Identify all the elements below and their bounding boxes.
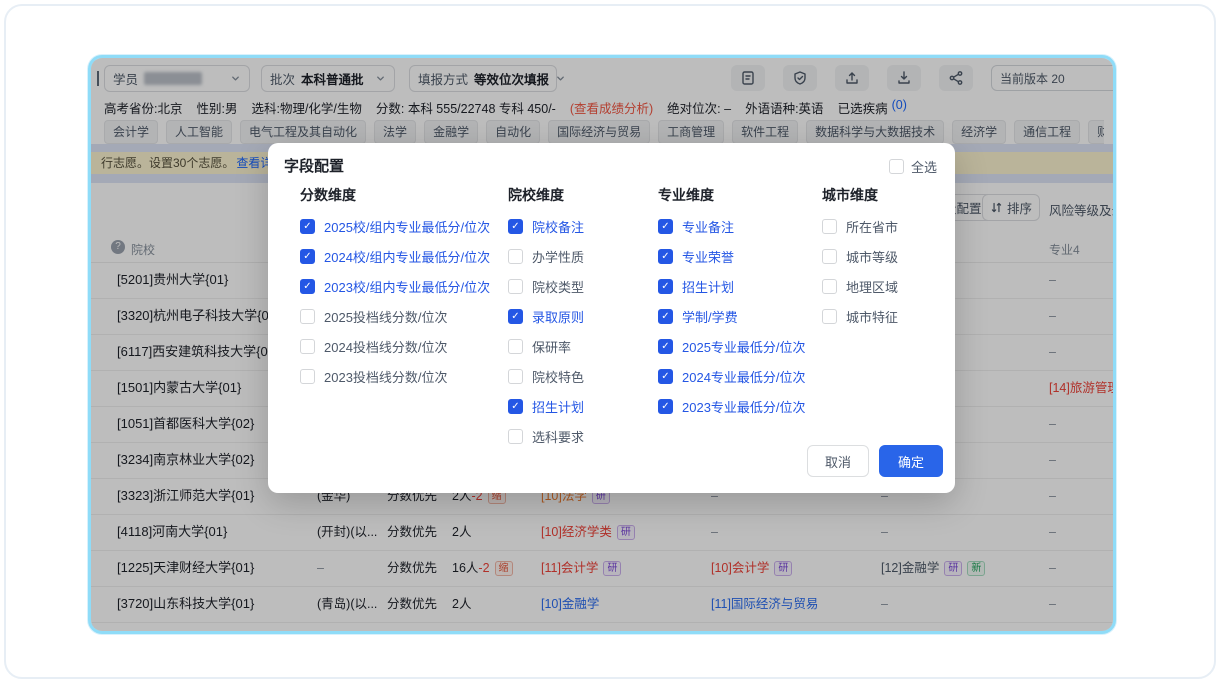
checkbox[interactable]: ✓ (300, 219, 315, 234)
field-label: 2023专业最低分/位次 (682, 397, 806, 416)
field-checkbox-item[interactable]: ✓ 招生计划 (508, 391, 584, 421)
checkbox[interactable] (300, 309, 315, 324)
modal-title: 字段配置 (284, 155, 344, 176)
field-label: 专业备注 (682, 217, 734, 236)
field-config-modal: 字段配置 全选 分数维度 ✓ 2025校/组内专业最低分/位次 ✓ 2024校/组内专业… (268, 143, 955, 493)
field-label: 录取原则 (532, 307, 584, 326)
field-label: 院校类型 (532, 277, 584, 296)
field-checkbox-item[interactable]: 院校类型 (508, 271, 584, 301)
field-checkbox-item[interactable]: 地理区域 (822, 271, 898, 301)
field-checkbox-item[interactable]: ✓ 2024专业最低分/位次 (658, 361, 806, 391)
field-label: 城市等级 (846, 247, 898, 266)
modal-group-3: 城市维度所在省市城市等级地理区域城市特征 (822, 185, 898, 331)
field-checkbox-item[interactable]: 2023投档线分数/位次 (300, 361, 490, 391)
field-label: 办学性质 (532, 247, 584, 266)
field-checkbox-item[interactable]: ✓ 专业荣誉 (658, 241, 806, 271)
field-label: 选科要求 (532, 427, 584, 446)
field-checkbox-item[interactable]: ✓ 2025专业最低分/位次 (658, 331, 806, 361)
checkbox[interactable] (300, 369, 315, 384)
select-all-label: 全选 (911, 157, 937, 176)
field-label: 专业荣誉 (682, 247, 734, 266)
checkbox[interactable] (508, 339, 523, 354)
field-label: 2024校/组内专业最低分/位次 (324, 247, 490, 266)
group-items: ✓ 院校备注办学性质院校类型 ✓ 录取原则保研率院校特色 ✓ 招生计划选科要求 (508, 211, 584, 451)
field-checkbox-item[interactable]: ✓ 2023专业最低分/位次 (658, 391, 806, 421)
app-window: 学员批次本科普通批填报方式等效位次填报 当前版本 20 高考省份:北京性别:男选… (88, 55, 1116, 634)
checkbox[interactable]: ✓ (658, 339, 673, 354)
checkbox[interactable] (822, 279, 837, 294)
field-checkbox-item[interactable]: 保研率 (508, 331, 584, 361)
page: 学员批次本科普通批填报方式等效位次填报 当前版本 20 高考省份:北京性别:男选… (0, 0, 1220, 683)
field-label: 招生计划 (682, 277, 734, 296)
group-title: 分数维度 (300, 185, 490, 203)
field-checkbox-item[interactable]: 所在省市 (822, 211, 898, 241)
field-checkbox-item[interactable]: ✓ 2024校/组内专业最低分/位次 (300, 241, 490, 271)
field-label: 院校备注 (532, 217, 584, 236)
field-label: 2025专业最低分/位次 (682, 337, 806, 356)
checkbox[interactable]: ✓ (658, 249, 673, 264)
checkbox[interactable]: ✓ (658, 219, 673, 234)
field-checkbox-item[interactable]: ✓ 专业备注 (658, 211, 806, 241)
checkbox[interactable]: ✓ (658, 309, 673, 324)
checkbox[interactable]: ✓ (658, 399, 673, 414)
field-label: 所在省市 (846, 217, 898, 236)
checkbox[interactable] (822, 219, 837, 234)
field-label: 2025校/组内专业最低分/位次 (324, 217, 490, 236)
checkbox[interactable]: ✓ (508, 219, 523, 234)
field-checkbox-item[interactable]: 院校特色 (508, 361, 584, 391)
group-title: 院校维度 (508, 185, 584, 203)
field-label: 2024投档线分数/位次 (324, 337, 448, 356)
field-checkbox-item[interactable]: 2024投档线分数/位次 (300, 331, 490, 361)
field-label: 2023校/组内专业最低分/位次 (324, 277, 490, 296)
field-checkbox-item[interactable]: 办学性质 (508, 241, 584, 271)
group-title: 城市维度 (822, 185, 898, 203)
checkbox[interactable] (508, 429, 523, 444)
field-label: 2024专业最低分/位次 (682, 367, 806, 386)
field-checkbox-item[interactable]: 城市特征 (822, 301, 898, 331)
field-label: 地理区域 (846, 277, 898, 296)
field-label: 院校特色 (532, 367, 584, 386)
field-checkbox-item[interactable]: 城市等级 (822, 241, 898, 271)
checkbox[interactable] (508, 369, 523, 384)
checkbox[interactable] (822, 309, 837, 324)
field-checkbox-item[interactable]: ✓ 2025校/组内专业最低分/位次 (300, 211, 490, 241)
field-checkbox-item[interactable]: ✓ 学制/学费 (658, 301, 806, 331)
field-label: 学制/学费 (682, 307, 738, 326)
modal-group-1: 院校维度 ✓ 院校备注办学性质院校类型 ✓ 录取原则保研率院校特色 ✓ 招生计划选科要求 (508, 185, 584, 451)
field-label: 城市特征 (846, 307, 898, 326)
checkbox[interactable]: ✓ (658, 279, 673, 294)
checkbox[interactable] (822, 249, 837, 264)
field-checkbox-item[interactable]: 2025投档线分数/位次 (300, 301, 490, 331)
checkbox[interactable] (300, 339, 315, 354)
checkbox[interactable]: ✓ (658, 369, 673, 384)
checkbox[interactable]: ✓ (508, 399, 523, 414)
checkbox[interactable] (508, 249, 523, 264)
modal-group-2: 专业维度 ✓ 专业备注 ✓ 专业荣誉 ✓ 招生计划 ✓ 学制/学费 ✓ 2025专业最低分/位次 ✓ 2… (658, 185, 806, 421)
field-checkbox-item[interactable]: ✓ 2023校/组内专业最低分/位次 (300, 271, 490, 301)
field-checkbox-item[interactable]: 选科要求 (508, 421, 584, 451)
field-checkbox-item[interactable]: ✓ 院校备注 (508, 211, 584, 241)
select-all-checkbox[interactable]: 全选 (889, 157, 937, 176)
field-checkbox-item[interactable]: ✓ 录取原则 (508, 301, 584, 331)
field-label: 招生计划 (532, 397, 584, 416)
modal-group-0: 分数维度 ✓ 2025校/组内专业最低分/位次 ✓ 2024校/组内专业最低分/位次 ✓ 2… (300, 185, 490, 391)
group-items: 所在省市城市等级地理区域城市特征 (822, 211, 898, 331)
field-label: 2023投档线分数/位次 (324, 367, 448, 386)
field-label: 2025投档线分数/位次 (324, 307, 448, 326)
field-label: 保研率 (532, 337, 571, 356)
cancel-button[interactable]: 取消 (807, 445, 869, 477)
group-items: ✓ 专业备注 ✓ 专业荣誉 ✓ 招生计划 ✓ 学制/学费 ✓ 2025专业最低分/位次 ✓ 2024专… (658, 211, 806, 421)
checkbox[interactable]: ✓ (300, 279, 315, 294)
field-checkbox-item[interactable]: ✓ 招生计划 (658, 271, 806, 301)
checkbox[interactable] (508, 279, 523, 294)
checkbox[interactable]: ✓ (508, 309, 523, 324)
group-title: 专业维度 (658, 185, 806, 203)
confirm-button[interactable]: 确定 (879, 445, 943, 477)
checkbox[interactable] (889, 159, 904, 174)
checkbox[interactable]: ✓ (300, 249, 315, 264)
group-items: ✓ 2025校/组内专业最低分/位次 ✓ 2024校/组内专业最低分/位次 ✓ 2023校… (300, 211, 490, 391)
